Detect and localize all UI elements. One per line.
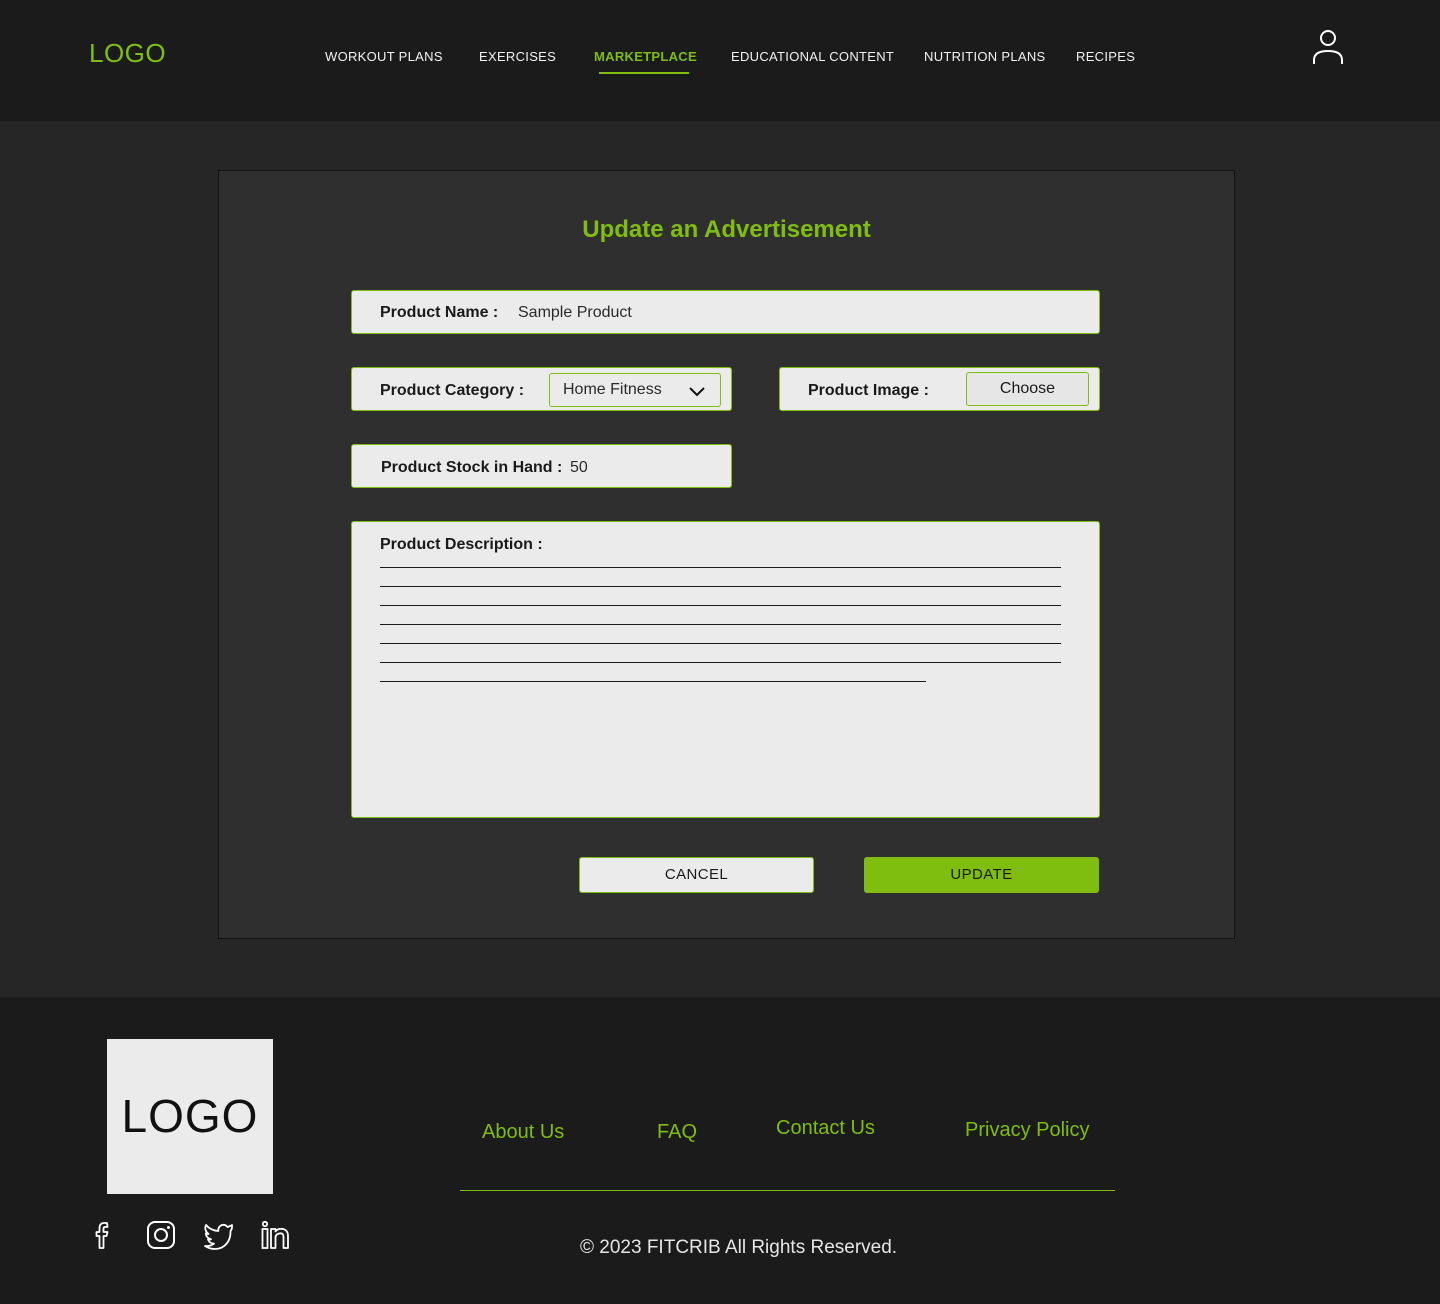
description-line xyxy=(380,567,1061,568)
footer-link-faq[interactable]: FAQ xyxy=(657,1121,697,1144)
nav-item-nutrition-plans[interactable]: NUTRITION PLANS xyxy=(924,49,1046,64)
header-logo[interactable]: LOGO xyxy=(89,38,166,69)
user-icon[interactable] xyxy=(1310,28,1346,68)
nav-item-exercises[interactable]: EXERCISES xyxy=(479,49,556,64)
product-stock-field[interactable]: Product Stock in Hand : 50 xyxy=(351,444,732,488)
footer-link-about-us[interactable]: About Us xyxy=(482,1121,564,1144)
nav-item-educational-content[interactable]: EDUCATIONAL CONTENT xyxy=(731,49,894,64)
nav-item-workout-plans[interactable]: WORKOUT PLANS xyxy=(325,49,443,64)
footer-divider xyxy=(460,1190,1115,1191)
update-ad-card: Update an Advertisement Product Name : S… xyxy=(218,170,1235,939)
description-line xyxy=(380,624,1061,625)
product-name-label: Product Name : xyxy=(380,304,499,321)
product-description-field[interactable]: Product Description : xyxy=(351,521,1100,818)
footer-logo[interactable]: LOGO xyxy=(107,1039,273,1194)
instagram-icon[interactable] xyxy=(144,1218,178,1252)
site-footer: LOGO About Us FAQ Contact Us Privacy Pol… xyxy=(0,997,1440,1304)
copyright-text: © 2023 FITCRIB All Rights Reserved. xyxy=(580,1237,898,1258)
product-category-label: Product Category : xyxy=(380,382,525,399)
site-header: LOGO WORKOUT PLANS EXERCISES MARKETPLACE… xyxy=(0,0,1440,121)
choose-image-button[interactable]: Choose xyxy=(966,372,1089,406)
update-button[interactable]: UPDATE xyxy=(864,857,1099,893)
facebook-icon[interactable] xyxy=(87,1218,121,1252)
footer-link-privacy-policy[interactable]: Privacy Policy xyxy=(965,1119,1089,1142)
description-line xyxy=(380,605,1061,606)
product-description-label: Product Description : xyxy=(380,536,543,553)
active-nav-indicator xyxy=(599,72,689,74)
product-stock-value[interactable]: 50 xyxy=(570,459,588,477)
product-category-value: Home Fitness xyxy=(563,381,662,398)
description-line xyxy=(380,662,1061,663)
twitter-icon[interactable] xyxy=(201,1218,235,1252)
product-category-select[interactable]: Home Fitness xyxy=(549,373,721,407)
product-stock-label: Product Stock in Hand : xyxy=(381,459,563,476)
cancel-button[interactable]: CANCEL xyxy=(579,857,814,893)
page-title: Update an Advertisement xyxy=(582,216,871,243)
product-image-label: Product Image : xyxy=(808,382,929,399)
nav-item-marketplace[interactable]: MARKETPLACE xyxy=(594,49,697,64)
description-line xyxy=(380,643,1061,644)
product-name-field[interactable]: Product Name : Sample Product xyxy=(351,290,1100,334)
linkedin-icon[interactable] xyxy=(258,1218,292,1252)
chevron-down-icon xyxy=(689,387,705,397)
product-name-value[interactable]: Sample Product xyxy=(518,304,632,322)
footer-link-contact-us[interactable]: Contact Us xyxy=(776,1117,875,1140)
product-category-field: Product Category : Home Fitness xyxy=(351,367,732,411)
nav-item-recipes[interactable]: RECIPES xyxy=(1076,49,1135,64)
description-line xyxy=(380,681,926,682)
product-image-field: Product Image : Choose xyxy=(779,367,1100,411)
description-line xyxy=(380,586,1061,587)
